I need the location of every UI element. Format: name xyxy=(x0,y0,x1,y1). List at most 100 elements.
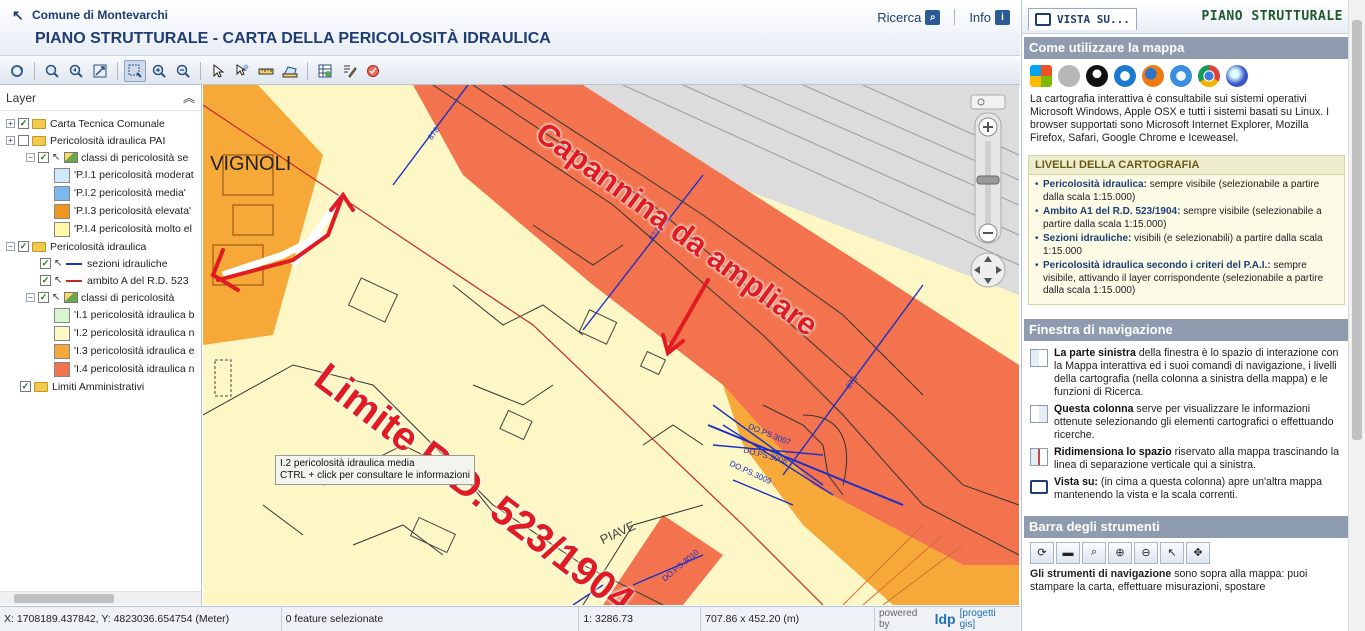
ricerca-label[interactable]: Ricerca xyxy=(877,10,921,25)
nav-item-bold: La parte sinistra xyxy=(1054,346,1136,359)
section-header-navigation: Finestra di navigazione xyxy=(1024,318,1349,341)
area-measure-icon[interactable] xyxy=(279,60,301,82)
pan-control[interactable] xyxy=(970,253,1004,287)
progetti-label[interactable]: [progetti gis] xyxy=(960,608,1014,630)
layer-label[interactable]: classi di pericolosità se xyxy=(81,152,188,164)
navigation-item: Ridimensiona lo spazio riservato alla ma… xyxy=(1024,444,1349,474)
layer-checkbox[interactable]: ✓ xyxy=(40,275,51,286)
zoom-slider-handle[interactable] xyxy=(977,175,999,185)
nav-item-bold: Ridimensiona lo spazio xyxy=(1054,445,1172,458)
layer-node[interactable]: − ✓ ↖ classi di pericolosità se xyxy=(0,149,201,166)
refresh-icon[interactable] xyxy=(6,60,28,82)
navigation-list: La parte sinistra della finestra è lo sp… xyxy=(1024,341,1349,504)
section-header-toolbar: Barra degli strumenti xyxy=(1024,515,1349,538)
table-icon[interactable] xyxy=(314,60,336,82)
layer-checkbox[interactable]: ✓ xyxy=(18,241,29,252)
layer-node[interactable]: ✓ Limiti Amministrativi xyxy=(0,378,201,395)
layer-node[interactable]: + Pericolosità idraulica PAI xyxy=(0,132,201,149)
info-panel-scrollbar[interactable] xyxy=(1348,0,1365,631)
levels-box: LIVELLI DELLA CARTOGRAFIA Pericolosità i… xyxy=(1028,155,1345,305)
ldp-logo[interactable]: ldp xyxy=(935,611,956,627)
app-window: ↖ Comune di Montevarchi PIANO STRUTTURAL… xyxy=(0,0,1365,631)
layer-node[interactable]: − ✓ Pericolosità idraulica xyxy=(0,238,201,255)
zoom-full-icon[interactable] xyxy=(41,60,63,82)
search-icon[interactable]: ⌕ xyxy=(925,9,941,25)
map-canvas[interactable]: I VIGNOLI PIAVE Limite R.D. 523/1904 Cap… xyxy=(203,85,1019,605)
layer-label[interactable]: sezioni idrauliche xyxy=(87,258,168,270)
collapse-node-icon[interactable]: − xyxy=(26,153,35,162)
coordinates-readout: X: 1708189.437842, Y: 4823036.654754 (Me… xyxy=(0,607,282,631)
back-arrow-icon[interactable]: ↖ xyxy=(12,8,26,22)
reset-icon[interactable] xyxy=(362,60,384,82)
legend-item: 'P.I.2 pericolosità media' xyxy=(0,184,201,202)
zoom-out-button[interactable] xyxy=(979,215,1001,237)
internet-explorer-icon xyxy=(1114,65,1136,87)
brand[interactable]: ↖ Comune di Montevarchi xyxy=(12,8,168,22)
zoom-in-icon[interactable] xyxy=(148,60,170,82)
window-icon xyxy=(1030,479,1048,494)
select-icon[interactable] xyxy=(207,60,229,82)
zoom-out-icon[interactable] xyxy=(172,60,194,82)
expand-icon[interactable]: + xyxy=(6,136,15,145)
layer-label[interactable]: Carta Tecnica Comunale xyxy=(50,118,165,130)
levels-list: Pericolosità idraulica: sempre visibile … xyxy=(1029,175,1344,304)
info-icon[interactable]: i xyxy=(995,9,1010,25)
zoom-box-icon[interactable] xyxy=(124,59,146,82)
level-key: Sezioni idrauliche: xyxy=(1043,233,1132,244)
scrollbar-thumb[interactable] xyxy=(1352,20,1362,440)
measure-icon[interactable] xyxy=(255,60,277,82)
edit-icon[interactable] xyxy=(338,60,360,82)
scale-readout: 1: 3286.73 xyxy=(579,607,702,631)
layer-node[interactable]: + ✓ Carta Tecnica Comunale xyxy=(0,115,201,132)
legend-label: 'P.I.3 pericolosità elevata' xyxy=(74,205,192,217)
legend-item: 'I.2 pericolosità idraulica n xyxy=(0,324,201,342)
collapse-node-icon[interactable]: − xyxy=(6,242,15,251)
cursor-icon: ↖ xyxy=(54,258,63,269)
zoom-extent-icon[interactable] xyxy=(89,60,111,82)
ricerca-link[interactable]: Ricerca ⌕ xyxy=(877,9,941,25)
layer-checkbox[interactable]: ✓ xyxy=(18,118,29,129)
zoom-in-button[interactable] xyxy=(979,109,1001,131)
vista-su-label[interactable]: VISTA SU... xyxy=(1057,13,1130,26)
brand-label[interactable]: Comune di Montevarchi xyxy=(32,8,168,22)
panel-title: PIANO STRUTTURALE xyxy=(1201,9,1343,24)
linux-icon xyxy=(1086,65,1108,87)
folder-icon xyxy=(32,241,46,252)
info-link[interactable]: Info i xyxy=(969,9,1010,25)
layer-checkbox[interactable]: ✓ xyxy=(38,292,49,303)
layer-node[interactable]: ✓ ↖ ambito A del R.D. 523 xyxy=(0,272,201,289)
layer-node[interactable]: ✓ ↖ sezioni idrauliche xyxy=(0,255,201,272)
info-panel: VISTA SU... PIANO STRUTTURALE Come utili… xyxy=(1021,0,1365,631)
collapse-node-icon[interactable]: − xyxy=(26,293,35,302)
left-pane-icon xyxy=(1030,348,1048,367)
layer-checkbox[interactable] xyxy=(18,135,29,146)
layer-label[interactable]: Pericolosità idraulica xyxy=(50,241,146,253)
layer-panel-scrollbar[interactable] xyxy=(0,591,201,605)
pan-icon[interactable] xyxy=(231,60,253,82)
info-label[interactable]: Info xyxy=(969,10,991,25)
layer-label[interactable]: Pericolosità idraulica PAI xyxy=(50,135,165,147)
line-symbol-icon xyxy=(66,279,82,282)
header: ↖ Comune di Montevarchi PIANO STRUTTURAL… xyxy=(0,0,1020,56)
layer-label[interactable]: classi di pericolosità xyxy=(81,292,174,304)
select-icon: ↖ xyxy=(1160,541,1184,564)
right-pane-icon xyxy=(1030,404,1048,423)
legend-swatch xyxy=(54,185,70,201)
scrollbar-thumb[interactable] xyxy=(14,594,114,603)
collapse-icon[interactable]: ︽ xyxy=(183,89,195,106)
vista-su-tab[interactable]: VISTA SU... xyxy=(1028,8,1137,30)
layer-label[interactable]: Limiti Amministrativi xyxy=(52,381,144,393)
navigation-item: Questa colonna serve per visualizzare le… xyxy=(1024,401,1349,444)
zoom-box-icon: ⌕ xyxy=(1082,541,1106,564)
level-item: Pericolosità idraulica: sempre visibile … xyxy=(1035,179,1338,204)
layer-node[interactable]: − ✓ ↖ classi di pericolosità xyxy=(0,289,201,306)
layer-checkbox[interactable]: ✓ xyxy=(20,381,31,392)
layer-checkbox[interactable]: ✓ xyxy=(40,258,51,269)
layer-label[interactable]: ambito A del R.D. 523 xyxy=(87,275,189,287)
powered-by[interactable]: powered by ldp [progetti gis] xyxy=(875,607,1020,631)
zoom-previous-icon[interactable] xyxy=(65,60,87,82)
layer-checkbox[interactable]: ✓ xyxy=(38,152,49,163)
legend-label: 'I.1 pericolosità idraulica b xyxy=(74,309,195,321)
expand-icon[interactable]: + xyxy=(6,119,15,128)
level-item: Pericolosità idraulica secondo i criteri… xyxy=(1035,260,1338,298)
